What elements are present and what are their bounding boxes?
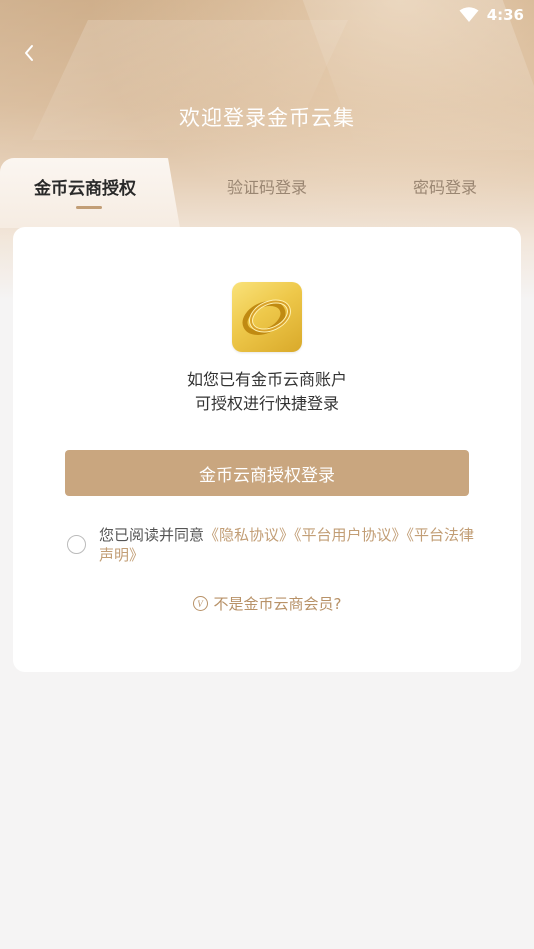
login-card: 如您已有金币云商账户 可授权进行快捷登录 金币云商授权登录 您已阅读并同意《隐私… <box>13 227 521 672</box>
tab-sms-code[interactable]: 验证码登录 <box>227 174 307 198</box>
status-bar: 4:36 <box>0 0 534 30</box>
vip-icon: V <box>192 596 208 611</box>
page-title: 欢迎登录金币云集 <box>179 106 355 130</box>
not-member-label: 不是金币云商会员? <box>213 595 342 613</box>
not-member-link[interactable]: V 不是金币云商会员? <box>13 593 521 614</box>
user-agreement-link[interactable]: 《平台用户协议》 <box>294 526 407 544</box>
chevron-left-icon <box>25 45 33 61</box>
description-line-1: 如您已有金币云商账户 <box>186 370 347 389</box>
agreement-text: 您已阅读并同意《隐私协议》《平台用户协议》《平台法律声明》 <box>99 525 479 565</box>
tab-password[interactable]: 密码登录 <box>413 174 477 198</box>
app-logo <box>232 282 302 352</box>
login-tabs: 金币云商授权 验证码登录 密码登录 <box>0 158 534 228</box>
agreement-prefix: 您已阅读并同意 <box>99 526 205 544</box>
tab-authorize[interactable]: 金币云商授权 <box>34 174 136 199</box>
authorize-login-button[interactable]: 金币云商授权登录 <box>65 450 469 496</box>
tab-underline <box>76 206 102 209</box>
agreement-checkbox[interactable] <box>67 535 86 554</box>
wifi-icon <box>459 7 479 22</box>
description-line-2: 可授权进行快捷登录 <box>194 394 339 413</box>
back-button[interactable] <box>14 38 44 68</box>
privacy-policy-link[interactable]: 《隐私协议》 <box>204 526 294 544</box>
status-time: 4:36 <box>486 6 524 24</box>
rings-logo-icon <box>242 299 291 336</box>
